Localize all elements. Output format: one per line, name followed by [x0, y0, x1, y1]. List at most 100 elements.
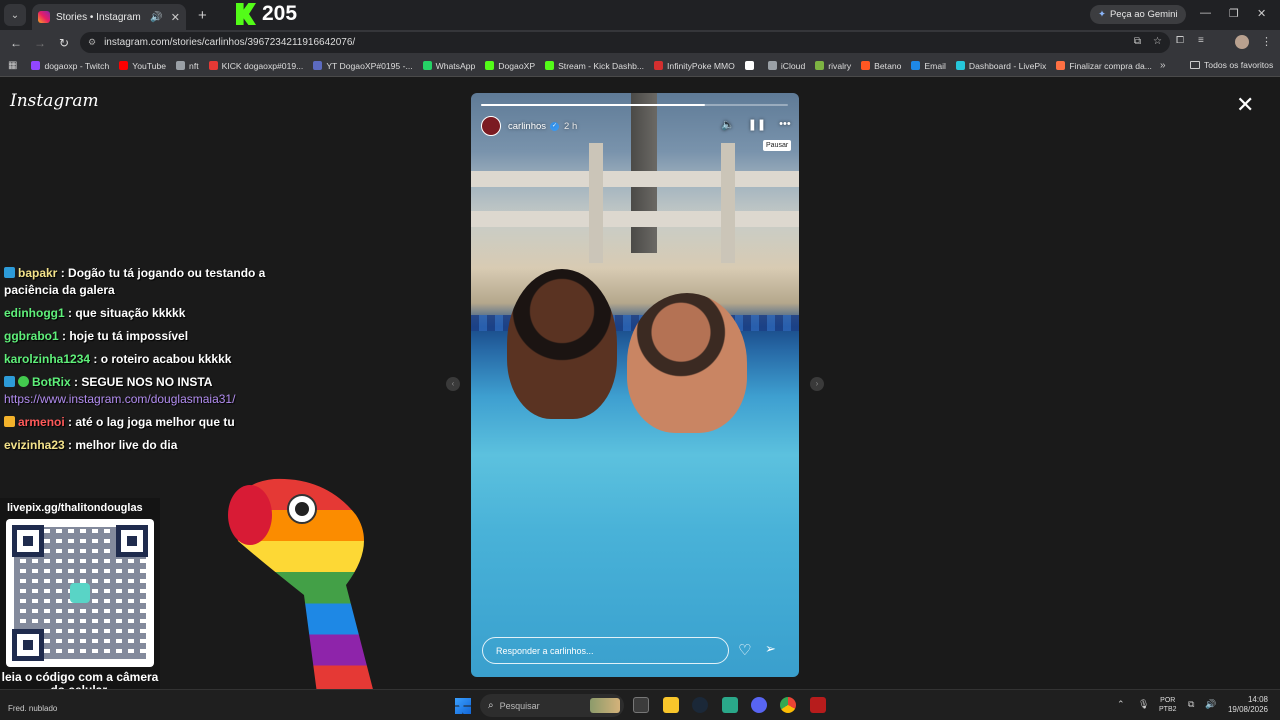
clock[interactable]: 14:08 19/08/2026: [1222, 695, 1268, 715]
language-indicator[interactable]: POR PTB2: [1159, 696, 1177, 714]
close-stories-icon[interactable]: ✕: [1236, 94, 1254, 116]
gemini-button[interactable]: ✦ Peça ao Gemini: [1090, 5, 1186, 24]
story-username[interactable]: carlinhos: [508, 121, 546, 132]
app-icon[interactable]: [722, 697, 738, 713]
bookmark-label: InfinityPoke MMO: [667, 60, 735, 71]
tab-search-button[interactable]: ⌄: [4, 4, 26, 26]
discord-icon[interactable]: [751, 697, 767, 713]
audio-playing-icon[interactable]: 🔊: [150, 12, 162, 23]
restore-icon[interactable]: ❐: [1229, 7, 1239, 20]
volume-tray-icon[interactable]: 🔊: [1205, 699, 1216, 710]
bookmark-item[interactable]: Betano: [861, 61, 901, 71]
tray-overflow-icon[interactable]: ⌃: [1117, 699, 1125, 710]
bookmark-item[interactable]: InfinityPoke MMO: [654, 61, 735, 71]
share-send-icon[interactable]: ➢: [765, 641, 776, 657]
more-options-icon[interactable]: •••: [779, 118, 791, 131]
chat-separator: :: [57, 266, 69, 280]
chat-username[interactable]: edinhogg1: [4, 306, 65, 320]
bookmark-favicon-icon: [1056, 61, 1066, 70]
browser-menu-icon[interactable]: ⋮: [1261, 35, 1272, 48]
media-controls-icon[interactable]: ≡: [1198, 35, 1204, 46]
windows-taskbar: Fred. nublado ⌕ Pesquisar ⌃ 🎙 POR PTB2 ⧉…: [0, 689, 1280, 720]
back-icon[interactable]: ←: [4, 36, 28, 50]
app-icon[interactable]: [810, 697, 826, 713]
chat-username[interactable]: armenoi: [18, 415, 65, 429]
bookmark-item[interactable]: Stream - Kick Dashb...: [545, 61, 644, 71]
bookmark-label: dogaoxp - Twitch: [44, 60, 110, 71]
chat-username[interactable]: karolzinha1234: [4, 352, 90, 366]
chat-username[interactable]: BotRix: [32, 375, 71, 389]
bookmark-star-icon[interactable]: ☆: [1153, 36, 1162, 47]
bookmark-label: Finalizar compra da...: [1069, 60, 1152, 71]
chat-message: evizinha23 : melhor live do dia: [4, 437, 274, 454]
chrome-icon[interactable]: [780, 697, 796, 713]
extensions-icon[interactable]: ⧠: [1176, 35, 1184, 46]
windows-start-icon[interactable]: [455, 698, 471, 714]
chat-username[interactable]: evizinha23: [4, 438, 65, 452]
bookmark-favicon-icon: [313, 61, 323, 70]
bookmark-item[interactable]: nft: [176, 61, 199, 71]
weather-widget[interactable]: Fred. nublado: [8, 704, 57, 713]
bookmark-item[interactable]: YT DogaoXP#0195 -...: [313, 61, 413, 71]
bookmark-item[interactable]: Finalizar compra da...: [1056, 61, 1152, 71]
person-left: [507, 269, 617, 419]
install-app-icon[interactable]: ⧉: [1134, 36, 1141, 47]
all-bookmarks-folder[interactable]: Todos os favoritos: [1190, 60, 1273, 70]
minimize-icon[interactable]: —: [1200, 7, 1211, 19]
chat-separator: :: [64, 306, 76, 320]
bookmark-item[interactable]: KICK dogaoxp#019...: [208, 61, 303, 71]
livepix-url: livepix.gg/thalitondouglas: [7, 502, 143, 514]
close-window-icon[interactable]: ✕: [1257, 7, 1266, 20]
pause-icon[interactable]: ❚❚: [748, 118, 766, 131]
bookmark-item[interactable]: iCloud: [767, 60, 806, 71]
story-viewer[interactable]: carlinhos ✓ 2 h 🔈 ❚❚ ••• Pausar Responde…: [471, 93, 799, 677]
microphone-icon[interactable]: 🎙: [1138, 699, 1149, 710]
bookmark-item[interactable]: WhatsApp: [422, 61, 475, 71]
apps-grid-icon[interactable]: ▦: [8, 60, 17, 71]
network-icon[interactable]: ⧉: [1188, 699, 1194, 710]
bookmark-item[interactable]: [744, 61, 758, 70]
bookmark-label: nft: [189, 60, 199, 71]
tab-close-icon[interactable]: ✕: [171, 11, 180, 24]
chat-link[interactable]: https://www.instagram.com/douglasmaia31/: [4, 392, 235, 406]
bookmark-favicon-icon: [911, 61, 921, 70]
bookmark-item[interactable]: rivalry: [815, 61, 851, 71]
site-info-icon[interactable]: ⚙: [88, 37, 96, 48]
bookmark-item[interactable]: Email: [911, 61, 946, 71]
bookmark-item[interactable]: DogaoXP: [485, 61, 535, 71]
story-avatar[interactable]: [481, 116, 501, 136]
reply-input[interactable]: Responder a carlinhos...: [482, 637, 729, 664]
file-explorer-icon[interactable]: [663, 697, 679, 713]
previous-story-icon[interactable]: ‹: [446, 377, 460, 391]
fence-rail: [471, 211, 799, 227]
bookmark-item[interactable]: YouTube: [119, 61, 166, 71]
clock-date: 19/08/2026: [1227, 705, 1268, 714]
chat-username[interactable]: bapakr: [18, 266, 57, 280]
keyboard-layout: PTB2: [1159, 706, 1177, 713]
instagram-logo[interactable]: Instagram: [10, 91, 99, 111]
new-tab-button[interactable]: +: [198, 7, 207, 24]
bookmark-label: Stream - Kick Dashb...: [558, 60, 645, 71]
sock-puppet-mascot: [228, 478, 376, 701]
like-heart-icon[interactable]: ♡: [738, 641, 751, 659]
task-view-icon[interactable]: [633, 697, 649, 713]
bookmark-item[interactable]: dogaoxp - Twitch: [31, 61, 109, 71]
taskbar-search[interactable]: ⌕ Pesquisar: [480, 694, 624, 717]
bookmark-label: iCloud: [780, 60, 806, 71]
chat-badge-icon: [4, 376, 15, 387]
steam-icon[interactable]: [692, 697, 708, 713]
volume-icon[interactable]: 🔈: [721, 118, 735, 131]
search-icon: ⌕: [488, 700, 494, 711]
chat-username[interactable]: ggbrabo1: [4, 329, 59, 343]
story-time: 2 h: [564, 120, 578, 132]
forward-icon[interactable]: →: [28, 36, 52, 50]
profile-avatar[interactable]: [1235, 35, 1249, 49]
more-bookmarks-icon[interactable]: »: [1160, 60, 1166, 71]
active-tab[interactable]: Stories • Instagram 🔊 ✕: [32, 4, 186, 30]
bookmark-item[interactable]: Dashboard - LivePix: [955, 61, 1046, 71]
next-story-icon[interactable]: ›: [810, 377, 824, 391]
url-field[interactable]: ⚙ instagram.com/stories/carlinhos/396723…: [80, 32, 1170, 53]
reload-icon[interactable]: ↻: [52, 36, 76, 50]
chat-badge-icon: [4, 416, 15, 427]
chat-separator: :: [70, 375, 82, 389]
